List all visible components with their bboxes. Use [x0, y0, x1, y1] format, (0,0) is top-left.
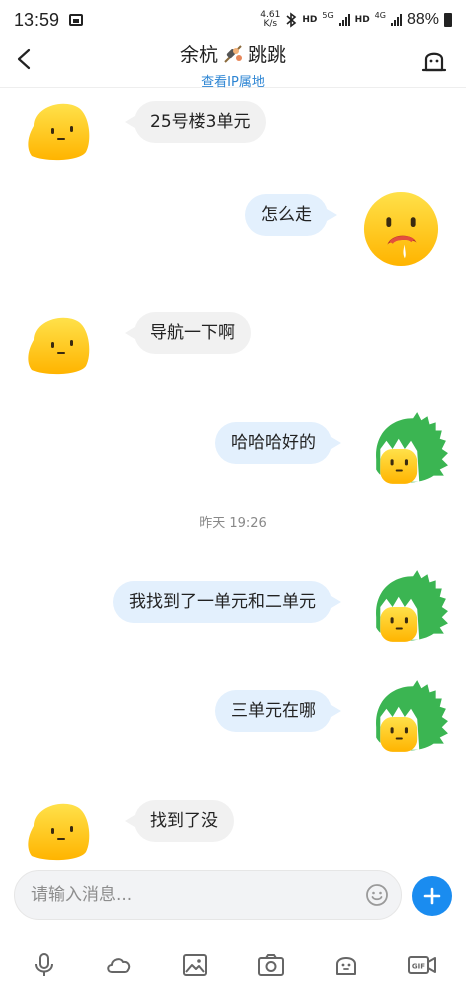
- message-item: 三单元在哪: [215, 690, 341, 732]
- status-bar: 13:59 4.61 K/s HD 5G HD 4G 88%: [0, 0, 466, 40]
- cloud-icon: [107, 958, 131, 973]
- message-bubble[interactable]: 三单元在哪: [215, 690, 341, 732]
- avatar-blob-icon[interactable]: [24, 310, 94, 380]
- svg-text:GIF: GIF: [412, 963, 425, 971]
- message-bubble[interactable]: 导航一下啊: [125, 312, 251, 354]
- image-icon: [183, 954, 208, 976]
- message-bubble[interactable]: 哈哈哈好的: [215, 422, 341, 464]
- message-bubble[interactable]: 找到了没: [125, 800, 234, 842]
- emoji-icon[interactable]: [365, 883, 389, 907]
- chat-title-area[interactable]: 余杭 跳跳 查看IP属地: [100, 40, 366, 90]
- chat-title-part1: 余杭: [179, 44, 218, 66]
- avatar-dinosaur-icon[interactable]: [368, 408, 450, 490]
- network-speed: 4.61 K/s: [260, 11, 280, 29]
- message-item: 25号楼3单元: [124, 101, 267, 143]
- signal-label-2: 4G: [374, 11, 386, 20]
- message-item: 我找到了一单元和二单元: [113, 581, 341, 623]
- chevron-left-icon: [17, 48, 31, 70]
- message-item: 导航一下啊: [125, 312, 251, 354]
- message-input[interactable]: [31, 871, 351, 919]
- message-item: 哈哈哈好的: [215, 422, 341, 464]
- image-button[interactable]: [177, 947, 213, 983]
- chat-header: 余杭 跳跳 查看IP属地: [0, 40, 466, 90]
- avatar-dinosaur-icon[interactable]: [368, 676, 450, 758]
- signal-strength-icon-2: [390, 14, 402, 26]
- network-speed-unit: K/s: [263, 19, 278, 29]
- signal-label-1: 5G: [322, 11, 334, 20]
- message-item: 找到了没: [125, 800, 234, 842]
- add-button[interactable]: [412, 876, 452, 916]
- hd-label-1: HD: [302, 15, 318, 25]
- avatar-blob-icon[interactable]: [24, 796, 94, 866]
- voice-button[interactable]: [26, 947, 62, 983]
- plus-icon: [423, 887, 441, 905]
- avatar-dinosaur-icon[interactable]: [368, 566, 450, 648]
- cloud-button[interactable]: [101, 947, 137, 983]
- microphone-icon: [34, 953, 53, 976]
- chat-title-part2: 跳跳: [248, 44, 287, 66]
- gallery-notification-icon: [69, 14, 84, 26]
- sticker-button[interactable]: [328, 947, 364, 983]
- message-bubble[interactable]: 怎么走: [245, 194, 337, 236]
- message-timestamp: 昨天 19:26: [199, 516, 267, 531]
- battery-icon: [444, 13, 452, 27]
- bluetooth-icon: [286, 12, 297, 28]
- message-bubble[interactable]: 25号楼3单元: [124, 101, 267, 143]
- view-ip-location-link[interactable]: 查看IP属地: [100, 71, 366, 90]
- sticker-icon: [336, 957, 357, 975]
- chat-title: 余杭 跳跳: [100, 40, 366, 67]
- message-bubble[interactable]: 我找到了一单元和二单元: [113, 581, 341, 623]
- status-time: 13:59: [14, 9, 60, 30]
- gif-button[interactable]: GIF: [404, 947, 440, 983]
- profile-icon[interactable]: [420, 46, 448, 74]
- status-indicators: 4.61 K/s HD 5G HD 4G 88%: [260, 11, 452, 29]
- avatar-blob-icon[interactable]: [24, 96, 94, 166]
- skewer-food-emoji-icon: [221, 42, 245, 66]
- back-button[interactable]: [10, 44, 40, 74]
- hd-label-2: HD: [354, 15, 370, 25]
- camera-icon: [257, 954, 284, 976]
- gif-icon: GIF: [408, 956, 437, 974]
- camera-button[interactable]: [253, 947, 289, 983]
- input-toolbar: GIF: [0, 940, 466, 990]
- avatar-drooling-face-icon[interactable]: [360, 190, 442, 268]
- message-input-bar: [14, 870, 402, 920]
- battery-percent: 88%: [406, 11, 439, 28]
- message-item: 怎么走: [245, 194, 337, 236]
- signal-strength-icon: [338, 14, 350, 26]
